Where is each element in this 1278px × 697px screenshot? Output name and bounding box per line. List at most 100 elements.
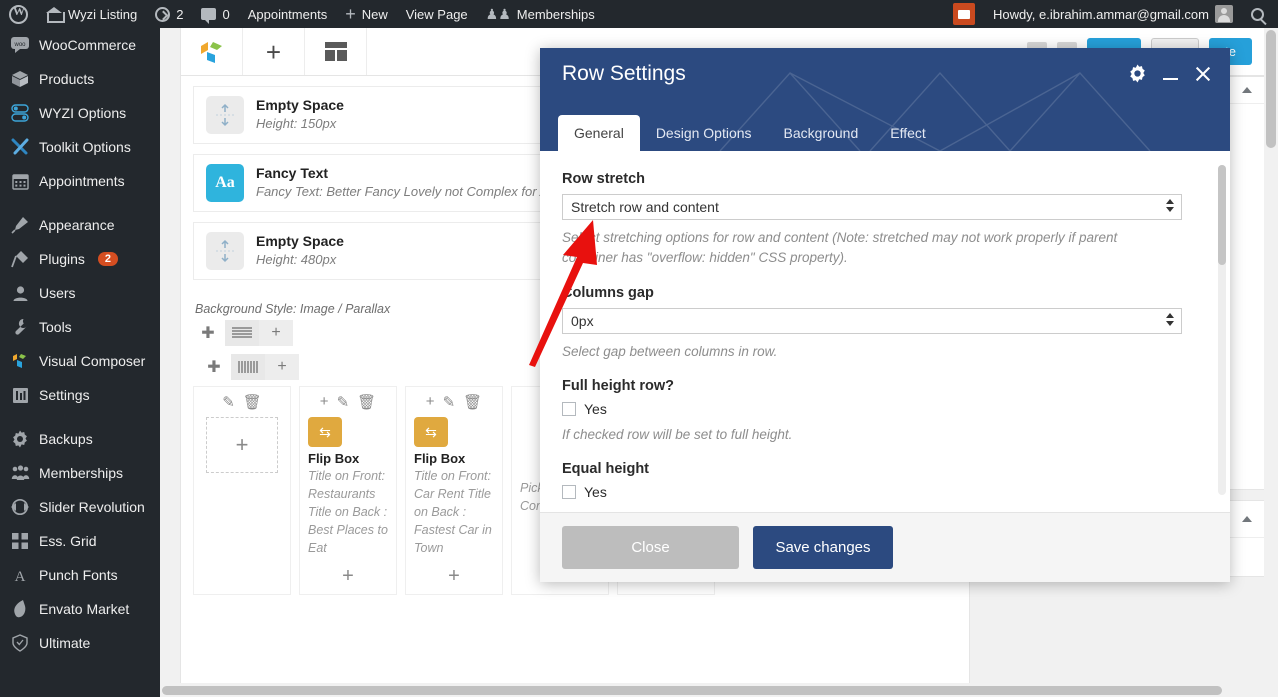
- row-settings-modal: Row Settings General Design Options Back…: [540, 48, 1230, 582]
- sidebar-item-products[interactable]: Products: [0, 62, 160, 96]
- select-spinner-icon: [1166, 199, 1174, 217]
- modal-body: Row stretch Stretch row and content Sele…: [540, 151, 1230, 512]
- add-icon[interactable]: +: [320, 393, 329, 411]
- empty-column-dropzone[interactable]: +: [206, 417, 278, 473]
- delete-icon[interactable]: 🗑: [243, 393, 262, 411]
- scrollbar-thumb[interactable]: [1266, 30, 1276, 148]
- sidebar-item-label: Appearance: [39, 217, 115, 233]
- tab-effect[interactable]: Effect: [874, 115, 942, 151]
- sidebar-item-tools[interactable]: Tools: [0, 310, 160, 344]
- adminbar-wordpress-logo[interactable]: [0, 0, 37, 28]
- inner-row-add-icon[interactable]: +: [265, 354, 299, 380]
- adminbar-comments[interactable]: 0: [192, 0, 238, 28]
- scrollbar-thumb[interactable]: [162, 686, 1222, 695]
- tab-background[interactable]: Background: [768, 115, 875, 151]
- toggle-icon: [10, 103, 30, 123]
- sidebar-item-toolkit-options[interactable]: Toolkit Options: [0, 130, 160, 164]
- add-element-button[interactable]: +: [243, 28, 305, 75]
- tab-general[interactable]: General: [558, 115, 640, 151]
- scrollbar-thumb[interactable]: [1218, 165, 1226, 265]
- admin-bar: Wyzi Listing 2 0 Appointments + New View…: [0, 0, 1278, 28]
- column-card[interactable]: + ✎ 🗑 ⇆ Flip Box Title on Front: Car Ren…: [405, 386, 503, 596]
- sidebar-item-appearance[interactable]: Appearance: [0, 208, 160, 242]
- row-layout-icon[interactable]: [225, 320, 259, 346]
- edit-icon[interactable]: ✎: [443, 393, 456, 411]
- sidebar-item-ess-grid[interactable]: Ess. Grid: [0, 524, 160, 558]
- shield-icon: [10, 633, 30, 653]
- sidebar-item-label: Appointments: [39, 173, 125, 189]
- caret-up-icon[interactable]: [1242, 516, 1252, 522]
- equal-height-checkbox[interactable]: [562, 485, 576, 499]
- modal-header: Row Settings General Design Options Back…: [540, 48, 1230, 151]
- delete-icon[interactable]: 🗑: [463, 393, 482, 411]
- vc-logo-button[interactable]: [181, 28, 243, 75]
- modal-header-buttons: [1128, 64, 1212, 83]
- sidebar-item-envato-market[interactable]: Envato Market: [0, 592, 160, 626]
- adminbar-view-page[interactable]: View Page: [397, 0, 477, 28]
- adminbar-notifications[interactable]: [944, 0, 984, 28]
- sidebar-item-label: Envato Market: [39, 601, 130, 617]
- gear-icon[interactable]: [1128, 64, 1147, 83]
- adminbar-site-name[interactable]: Wyzi Listing: [37, 0, 146, 28]
- adminbar-appointments[interactable]: Appointments: [239, 0, 337, 28]
- page-vertical-scrollbar[interactable]: [1264, 28, 1278, 697]
- column-card[interactable]: + ✎ 🗑 ⇆ Flip Box Title on Front: Restaur…: [299, 386, 397, 596]
- sidebar-item-label: Ess. Grid: [39, 533, 97, 549]
- close-button[interactable]: Close: [562, 526, 739, 569]
- admin-sidebar: woo WooCommerce Products WYZI Options To…: [0, 28, 160, 697]
- columns-gap-select[interactable]: 0px: [562, 307, 1182, 334]
- sidebar-item-woocommerce[interactable]: woo WooCommerce: [0, 28, 160, 62]
- sidebar-item-visual-composer[interactable]: Visual Composer: [0, 344, 160, 378]
- sidebar-item-settings[interactable]: Settings: [0, 378, 160, 412]
- modal-tabs: General Design Options Background Effect: [558, 115, 942, 151]
- tab-design-options[interactable]: Design Options: [640, 115, 768, 151]
- sidebar-item-label: Plugins: [39, 251, 85, 267]
- templates-button[interactable]: [305, 28, 367, 75]
- adminbar-memberships[interactable]: ♟♟ Memberships: [477, 0, 604, 28]
- modal-vertical-scrollbar[interactable]: [1218, 165, 1226, 495]
- edit-icon[interactable]: ✎: [337, 393, 350, 411]
- row-move-handle[interactable]: ✚: [191, 320, 225, 346]
- edit-icon[interactable]: ✎: [222, 393, 235, 411]
- delete-icon[interactable]: 🗑: [357, 393, 376, 411]
- close-icon[interactable]: [1194, 65, 1212, 83]
- inner-row-move-handle[interactable]: ✚: [197, 354, 231, 380]
- tools-cross-icon: [10, 137, 30, 157]
- products-icon: [10, 69, 30, 89]
- caret-up-icon[interactable]: [1242, 87, 1252, 93]
- flip-box-icon: ⇆: [308, 417, 342, 447]
- sidebar-item-label: Ultimate: [39, 635, 91, 651]
- sidebar-item-ultimate[interactable]: Ultimate: [0, 626, 160, 660]
- sidebar-item-slider-revolution[interactable]: Slider Revolution: [0, 490, 160, 524]
- plug-icon: [10, 249, 30, 269]
- adminbar-revisions-count: 2: [176, 6, 184, 22]
- adminbar-new[interactable]: + New: [336, 0, 397, 28]
- column-card[interactable]: ✎ 🗑 +: [193, 386, 291, 596]
- sidebar-item-wyzi-options[interactable]: WYZI Options: [0, 96, 160, 130]
- adminbar-account[interactable]: Howdy, e.ibrahim.ammar@gmail.com: [984, 0, 1242, 28]
- inner-row-layout-icon[interactable]: [231, 354, 265, 380]
- sidebar-item-label: Visual Composer: [39, 353, 146, 369]
- sidebar-item-appointments[interactable]: Appointments: [0, 164, 160, 198]
- sidebar-item-punch-fonts[interactable]: A Punch Fonts: [0, 558, 160, 592]
- sidebar-item-memberships[interactable]: Memberships: [0, 456, 160, 490]
- search-icon: [1251, 7, 1264, 21]
- adminbar-revisions[interactable]: 2: [146, 0, 192, 28]
- equal-height-checkbox-row[interactable]: Yes: [562, 484, 1204, 500]
- sidebar-item-backups[interactable]: Backups: [0, 422, 160, 456]
- add-icon[interactable]: +: [426, 393, 435, 411]
- row-add-icon[interactable]: +: [259, 320, 293, 346]
- column-add-button[interactable]: +: [308, 565, 388, 588]
- full-height-row-checkbox-row[interactable]: Yes: [562, 401, 1204, 417]
- minimize-icon[interactable]: [1163, 68, 1178, 80]
- save-changes-button[interactable]: Save changes: [753, 526, 893, 569]
- full-height-row-checkbox[interactable]: [562, 401, 576, 416]
- element-text: Fancy Text Fancy Text: Better Fancy Love…: [256, 164, 569, 201]
- page-horizontal-scrollbar[interactable]: [160, 683, 1264, 697]
- column-add-button[interactable]: +: [414, 565, 494, 588]
- row-stretch-select[interactable]: Stretch row and content: [562, 194, 1182, 220]
- adminbar-search[interactable]: [1242, 0, 1278, 28]
- sidebar-item-users[interactable]: Users: [0, 276, 160, 310]
- sidebar-item-plugins[interactable]: Plugins 2: [0, 242, 160, 276]
- columns-gap-help: Select gap between columns in row.: [562, 343, 778, 359]
